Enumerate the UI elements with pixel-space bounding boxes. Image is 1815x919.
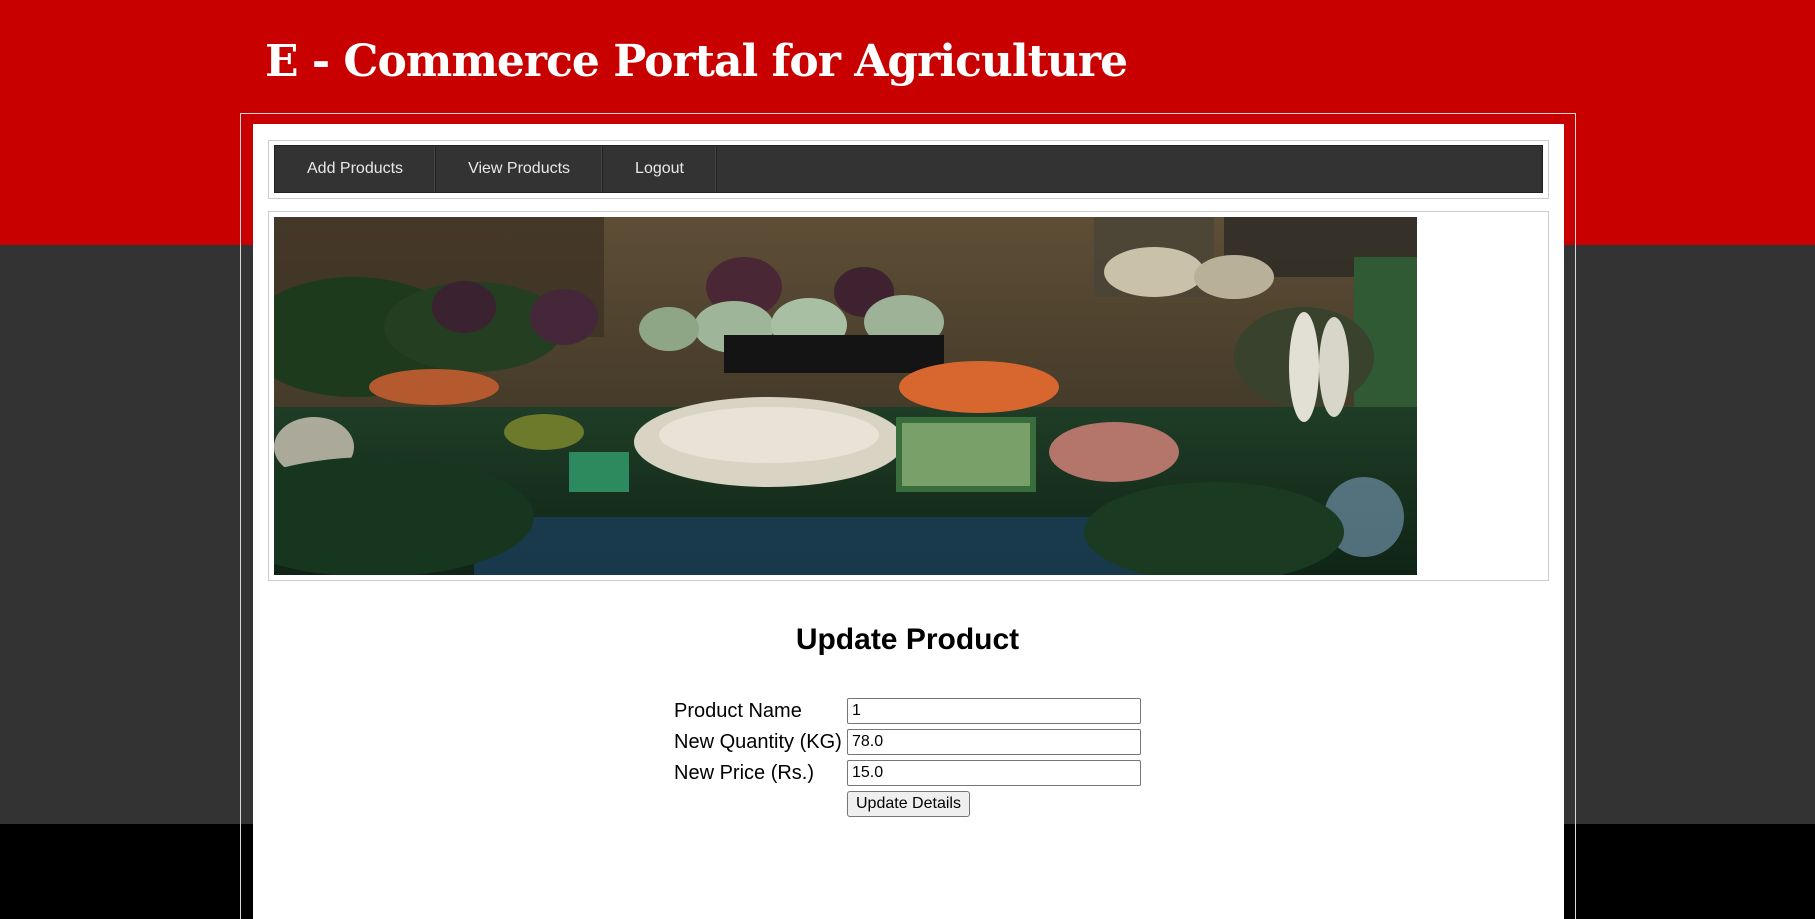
nav-add-products[interactable]: Add Products [275,146,437,192]
product-name-input[interactable] [847,698,1141,724]
nav-view-products[interactable]: View Products [436,146,604,192]
form-row-price: New Price (Rs.) [674,759,1141,787]
quantity-label: New Quantity (KG) [674,730,842,753]
main-navigation: Add Products View Products Logout [274,145,1543,193]
form-title: Update Product [795,623,1020,656]
price-label: New Price (Rs.) [674,761,815,784]
quantity-input[interactable] [847,729,1141,755]
product-name-label: Product Name [674,699,802,722]
price-input[interactable] [847,760,1141,786]
nav-logout[interactable]: Logout [603,146,717,192]
banner-image [274,217,1417,575]
form-row-quantity: New Quantity (KG) [674,728,1141,756]
update-details-button[interactable]: Update Details [847,791,970,817]
site-title: E - Commerce Portal for Agriculture [265,36,1128,87]
form-row-product-name: Product Name [674,697,1141,725]
